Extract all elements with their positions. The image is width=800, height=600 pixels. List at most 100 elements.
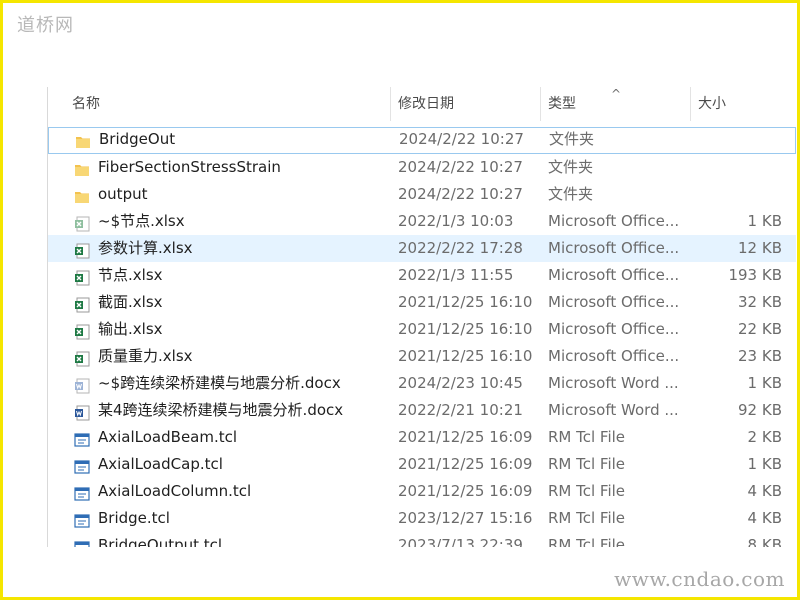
file-name: AxialLoadColumn.tcl (98, 482, 252, 500)
file-name: FiberSectionStressStrain (98, 158, 281, 176)
file-name: 某4跨连续梁桥建模与地震分析.docx (98, 401, 344, 419)
tcl-file-icon (74, 538, 90, 547)
file-size: 12 KB (738, 239, 782, 257)
file-modified-date: 2021/12/25 16:09 (398, 428, 533, 446)
file-type: Microsoft Office... (548, 266, 680, 284)
file-name: 参数计算.xlsx (98, 239, 193, 257)
file-name: output (98, 185, 148, 203)
file-size: 23 KB (738, 347, 782, 365)
file-modified-date: 2021/12/25 16:10 (398, 320, 533, 338)
file-modified-date: 2022/1/3 11:55 (398, 266, 514, 284)
file-size: 4 KB (747, 482, 782, 500)
excel-icon (74, 295, 90, 313)
file-size: 193 KB (728, 266, 782, 284)
file-name: ~$节点.xlsx (98, 212, 185, 230)
file-modified-date: 2023/7/13 22:39 (398, 536, 523, 547)
file-name: 质量重力.xlsx (98, 347, 193, 365)
file-type: Microsoft Office... (548, 212, 680, 230)
file-size: 2 KB (747, 428, 782, 446)
file-modified-date: 2024/2/22 10:27 (398, 185, 523, 203)
screenshot-frame: 道桥网 名称 修改日期 类型 ^ 大小 BridgeOut 2024/2/22 … (3, 3, 797, 597)
file-row[interactable]: BridgeOutput.tcl 2023/7/13 22:39 RM Tcl … (48, 532, 796, 547)
file-row[interactable]: ~$跨连续梁桥建模与地震分析.docx 2024/2/23 10:45 Micr… (48, 370, 796, 397)
excel-icon (74, 241, 90, 259)
file-row[interactable]: FiberSectionStressStrain 2024/2/22 10:27… (48, 154, 796, 181)
file-size: 22 KB (738, 320, 782, 338)
file-modified-date: 2021/12/25 16:10 (398, 293, 533, 311)
watermark-top: 道桥网 (17, 15, 74, 36)
file-size: 4 KB (747, 509, 782, 527)
file-type: Microsoft Office... (548, 320, 680, 338)
column-header-bar: 名称 修改日期 类型 ^ 大小 (48, 87, 796, 121)
file-row[interactable]: ~$节点.xlsx 2022/1/3 10:03 Microsoft Offic… (48, 208, 796, 235)
tcl-file-icon (74, 430, 90, 447)
file-size: 1 KB (747, 455, 782, 473)
file-list-view: 名称 修改日期 类型 ^ 大小 BridgeOut 2024/2/22 10:2… (47, 87, 796, 547)
file-name: BridgeOut (99, 130, 176, 148)
tcl-file-icon (74, 511, 90, 528)
file-type: Microsoft Office... (548, 239, 680, 257)
excel-temp-icon (74, 214, 90, 232)
file-row[interactable]: 参数计算.xlsx 2022/2/22 17:28 Microsoft Offi… (48, 235, 796, 262)
file-row[interactable]: 质量重力.xlsx 2021/12/25 16:10 Microsoft Off… (48, 343, 796, 370)
word-temp-icon (74, 376, 90, 394)
file-type: Microsoft Office... (548, 347, 680, 365)
file-modified-date: 2024/2/22 10:27 (399, 130, 524, 148)
file-modified-date: 2023/12/27 15:16 (398, 509, 533, 527)
file-name: AxialLoadCap.tcl (98, 455, 223, 473)
file-row[interactable]: 某4跨连续梁桥建模与地震分析.docx 2022/2/21 10:21 Micr… (48, 397, 796, 424)
file-type: Microsoft Word ... (548, 401, 679, 419)
column-header-size[interactable]: 大小 (690, 87, 790, 121)
file-row[interactable]: 节点.xlsx 2022/1/3 11:55 Microsoft Office.… (48, 262, 796, 289)
file-type: RM Tcl File (548, 536, 626, 547)
file-row[interactable]: BridgeOut 2024/2/22 10:27 文件夹 (48, 127, 796, 154)
file-type: 文件夹 (549, 130, 595, 148)
file-row[interactable]: AxialLoadBeam.tcl 2021/12/25 16:09 RM Tc… (48, 424, 796, 451)
file-modified-date: 2021/12/25 16:09 (398, 482, 533, 500)
file-modified-date: 2022/2/21 10:21 (398, 401, 523, 419)
file-name: 截面.xlsx (98, 293, 163, 311)
folder-icon (75, 133, 91, 149)
file-row[interactable]: AxialLoadColumn.tcl 2021/12/25 16:09 RM … (48, 478, 796, 505)
file-name: 节点.xlsx (98, 266, 163, 284)
file-rows: BridgeOut 2024/2/22 10:27 文件夹 FiberSecti… (48, 127, 796, 547)
file-row[interactable]: Bridge.tcl 2023/12/27 15:16 RM Tcl File … (48, 505, 796, 532)
file-row[interactable]: output 2024/2/22 10:27 文件夹 (48, 181, 796, 208)
file-row[interactable]: 截面.xlsx 2021/12/25 16:10 Microsoft Offic… (48, 289, 796, 316)
file-modified-date: 2021/12/25 16:10 (398, 347, 533, 365)
file-type: RM Tcl File (548, 455, 626, 473)
file-modified-date: 2022/1/3 10:03 (398, 212, 514, 230)
file-type: Microsoft Word ... (548, 374, 679, 392)
file-type: RM Tcl File (548, 509, 626, 527)
word-icon (74, 403, 90, 421)
sort-ascending-icon: ^ (611, 87, 622, 101)
file-size: 32 KB (738, 293, 782, 311)
folder-icon (74, 187, 90, 203)
file-name: 输出.xlsx (98, 320, 163, 338)
column-header-date[interactable]: 修改日期 (390, 87, 540, 121)
excel-icon (74, 322, 90, 340)
file-name: AxialLoadBeam.tcl (98, 428, 238, 446)
file-type: 文件夹 (548, 185, 594, 203)
file-type: 文件夹 (548, 158, 594, 176)
excel-icon (74, 268, 90, 286)
file-row[interactable]: AxialLoadCap.tcl 2021/12/25 16:09 RM Tcl… (48, 451, 796, 478)
folder-icon (74, 160, 90, 176)
file-size: 8 KB (747, 536, 782, 547)
column-header-name[interactable]: 名称 (65, 87, 390, 121)
file-name: Bridge.tcl (98, 509, 170, 527)
file-row[interactable]: 输出.xlsx 2021/12/25 16:10 Microsoft Offic… (48, 316, 796, 343)
file-type: Microsoft Office... (548, 293, 680, 311)
file-modified-date: 2021/12/25 16:09 (398, 455, 533, 473)
file-name: ~$跨连续梁桥建模与地震分析.docx (98, 374, 341, 392)
file-type: RM Tcl File (548, 482, 626, 500)
file-modified-date: 2024/2/23 10:45 (398, 374, 523, 392)
file-modified-date: 2022/2/22 17:28 (398, 239, 523, 257)
file-type: RM Tcl File (548, 428, 626, 446)
tcl-file-icon (74, 484, 90, 501)
excel-icon (74, 349, 90, 367)
file-size: 1 KB (747, 212, 782, 230)
tcl-file-icon (74, 457, 90, 474)
file-name: BridgeOutput.tcl (98, 536, 223, 547)
file-modified-date: 2024/2/22 10:27 (398, 158, 523, 176)
